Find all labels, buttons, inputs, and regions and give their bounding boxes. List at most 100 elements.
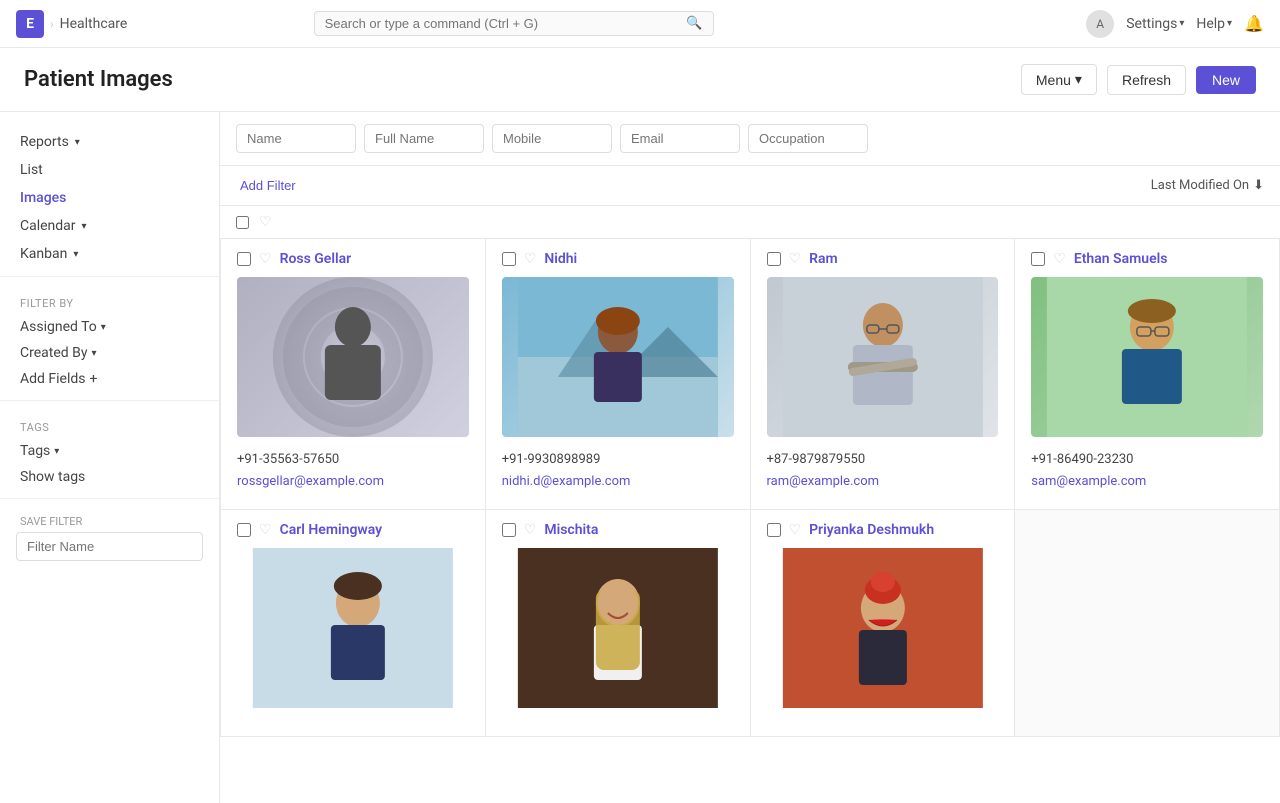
help-link[interactable]: Help ▾ [1196, 16, 1232, 32]
card-image-mischita [502, 548, 734, 708]
refresh-button[interactable]: Refresh [1107, 65, 1186, 95]
card-image-carl [237, 548, 469, 708]
card-checkbox-ram[interactable] [767, 252, 781, 266]
tags-item[interactable]: Tags ▾ [0, 438, 219, 464]
card-header-priyanka: ♡ Priyanka Deshmukh [767, 522, 999, 538]
card-info-nidhi: +91-9930898989 nidhi.d@example.com [502, 449, 734, 493]
sidebar-label-calendar: Calendar [20, 218, 76, 234]
notifications-icon[interactable]: 🔔 [1244, 14, 1264, 33]
filter-assigned-to[interactable]: Assigned To ▾ [0, 314, 219, 340]
sidebar-label-reports: Reports [20, 134, 69, 150]
tags-chevron-icon: ▾ [54, 446, 59, 457]
filter-actions-bar: Add Filter Last Modified On ⬇ [220, 166, 1280, 206]
sidebar-divider-3 [0, 498, 219, 499]
main-layout: Reports ▾ List Images Calendar ▾ Kanban … [0, 112, 1280, 803]
card-ethan-samuels: ♡ Ethan Samuels [1015, 239, 1280, 510]
card-name-priyanka[interactable]: Priyanka Deshmukh [809, 522, 934, 538]
email-filter-input[interactable] [620, 124, 740, 153]
sidebar-label-list: List [20, 162, 43, 178]
content-area: Add Filter Last Modified On ⬇ ♡ ♡ Ross G… [220, 112, 1280, 803]
card-heart-ethan[interactable]: ♡ [1053, 251, 1066, 267]
card-heart-carl[interactable]: ♡ [259, 522, 272, 538]
card-heart-nidhi[interactable]: ♡ [524, 251, 537, 267]
sidebar-item-images[interactable]: Images [0, 184, 219, 212]
card-email-ethan[interactable]: sam@example.com [1031, 471, 1263, 493]
filter-created-by[interactable]: Created By ▾ [0, 340, 219, 366]
sidebar-item-kanban[interactable]: Kanban ▾ [0, 240, 219, 268]
fullname-filter-input[interactable] [364, 124, 484, 153]
filter-section-label: FILTER BY [0, 285, 219, 314]
filter-name-input[interactable] [16, 532, 203, 561]
search-input[interactable] [325, 16, 683, 31]
sidebar-item-reports[interactable]: Reports ▾ [0, 128, 219, 156]
card-email-ram[interactable]: ram@example.com [767, 471, 999, 493]
breadcrumb-chevron: › [50, 17, 54, 31]
settings-chevron: ▾ [1179, 18, 1184, 29]
card-name-ethan[interactable]: Ethan Samuels [1074, 251, 1168, 267]
sidebar-item-list[interactable]: List [0, 156, 219, 184]
reports-chevron-icon: ▾ [75, 137, 80, 148]
filter-add-fields[interactable]: Add Fields + [0, 366, 219, 392]
grid-header: ♡ [220, 206, 1280, 239]
card-ram: ♡ Ram [751, 239, 1016, 510]
card-checkbox-priyanka[interactable] [767, 523, 781, 537]
name-filter-input[interactable] [236, 124, 356, 153]
sidebar-label-kanban: Kanban [20, 246, 67, 262]
card-header-ethan: ♡ Ethan Samuels [1031, 251, 1263, 267]
menu-chevron-icon: ▾ [1075, 71, 1082, 88]
search-icon: 🔍 [686, 16, 702, 31]
card-phone-nidhi: +91-9930898989 [502, 449, 734, 471]
add-fields-plus-icon: + [90, 371, 98, 387]
show-tags-item[interactable]: Show tags [0, 464, 219, 490]
card-name-mischita[interactable]: Mischita [544, 522, 598, 538]
card-name-carl[interactable]: Carl Hemingway [280, 522, 383, 538]
settings-link[interactable]: Settings ▾ [1126, 16, 1184, 32]
assigned-to-chevron-icon: ▾ [101, 322, 106, 333]
card-checkbox-ethan[interactable] [1031, 252, 1045, 266]
card-name-nidhi[interactable]: Nidhi [544, 251, 577, 267]
card-checkbox-nidhi[interactable] [502, 252, 516, 266]
card-image-priyanka [767, 548, 999, 708]
sort-selector[interactable]: Last Modified On ⬇ [1151, 178, 1264, 193]
card-carl-hemingway: ♡ Carl Hemingway [221, 510, 486, 737]
card-name-ross[interactable]: Ross Gellar [280, 251, 352, 267]
card-email-nidhi[interactable]: nidhi.d@example.com [502, 471, 734, 493]
card-email-ross[interactable]: rossgellar@example.com [237, 471, 469, 493]
help-chevron: ▾ [1227, 18, 1232, 29]
card-heart-mischita[interactable]: ♡ [524, 522, 537, 538]
mobile-filter-input[interactable] [492, 124, 612, 153]
occupation-filter-input[interactable] [748, 124, 868, 153]
card-image-ethan [1031, 277, 1263, 437]
page-header-actions: Menu ▾ Refresh New [1021, 64, 1256, 95]
avatar: A [1086, 10, 1114, 38]
card-image-ram [767, 277, 999, 437]
created-by-chevron-icon: ▾ [91, 348, 96, 359]
topnav: E › Healthcare 🔍 A Settings ▾ Help ▾ 🔔 [0, 0, 1280, 48]
select-all-checkbox[interactable] [236, 216, 249, 229]
card-checkbox-carl[interactable] [237, 523, 251, 537]
new-button[interactable]: New [1196, 66, 1256, 94]
card-mischita: ♡ Mischita [486, 510, 751, 737]
card-empty [1015, 510, 1280, 737]
sidebar-divider-2 [0, 400, 219, 401]
sidebar-item-calendar[interactable]: Calendar ▾ [0, 212, 219, 240]
card-checkbox-ross[interactable] [237, 252, 251, 266]
sort-arrow-icon: ⬇ [1253, 178, 1264, 193]
add-filter-button[interactable]: Add Filter [236, 174, 300, 197]
sidebar-label-images: Images [20, 190, 66, 206]
card-heart-ross[interactable]: ♡ [259, 251, 272, 267]
menu-button[interactable]: Menu ▾ [1021, 64, 1097, 95]
favorite-all-icon: ♡ [259, 214, 272, 230]
sidebar: Reports ▾ List Images Calendar ▾ Kanban … [0, 112, 220, 803]
search-bar[interactable]: 🔍 [314, 11, 714, 36]
card-checkbox-mischita[interactable] [502, 523, 516, 537]
card-name-ram[interactable]: Ram [809, 251, 838, 267]
card-phone-ross: +91-35563-57650 [237, 449, 469, 471]
topnav-actions: A Settings ▾ Help ▾ 🔔 [1086, 10, 1264, 38]
card-heart-priyanka[interactable]: ♡ [789, 522, 802, 538]
page-title: Patient Images [24, 67, 173, 92]
card-heart-ram[interactable]: ♡ [789, 251, 802, 267]
card-header-nidhi: ♡ Nidhi [502, 251, 734, 267]
card-phone-ram: +87-9879879550 [767, 449, 999, 471]
filter-bar [220, 112, 1280, 166]
